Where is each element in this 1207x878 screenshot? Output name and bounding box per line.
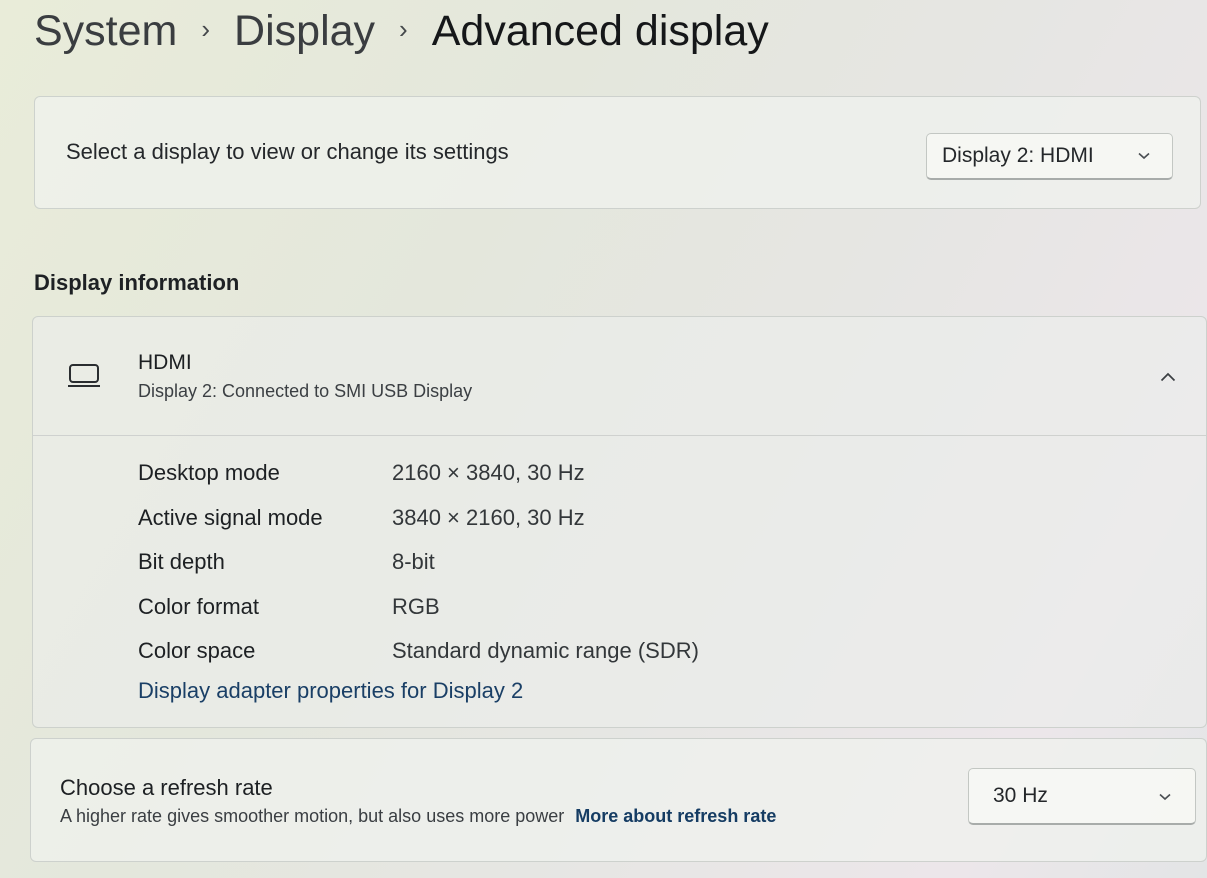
- info-key: Color format: [138, 593, 260, 619]
- chevron-down-icon: [1159, 793, 1171, 801]
- refresh-rate-dropdown[interactable]: 30 Hz: [968, 768, 1196, 825]
- info-row-color-format: Color format RGB: [138, 585, 699, 630]
- breadcrumb-separator-icon: ›: [399, 13, 408, 44]
- more-about-refresh-rate-link[interactable]: More about refresh rate: [575, 806, 776, 826]
- display-select-dropdown[interactable]: Display 2: HDMI: [926, 133, 1173, 180]
- display-name: HDMI: [138, 351, 192, 374]
- info-value: 8-bit: [392, 549, 435, 575]
- display-info-header[interactable]: HDMI Display 2: Connected to SMI USB Dis…: [33, 317, 1206, 436]
- info-key: Color space: [138, 638, 256, 664]
- monitor-icon: [67, 363, 101, 394]
- section-title-display-information: Display information: [34, 270, 240, 295]
- info-key: Desktop mode: [138, 460, 280, 486]
- info-value: 2160 × 3840, 30 Hz: [392, 460, 585, 486]
- select-display-label: Select a display to view or change its s…: [66, 139, 509, 164]
- select-display-card: Select a display to view or change its s…: [34, 96, 1201, 209]
- info-value: Standard dynamic range (SDR): [392, 638, 699, 664]
- info-row-active-signal-mode: Active signal mode 3840 × 2160, 30 Hz: [138, 496, 699, 541]
- info-key: Bit depth: [138, 549, 225, 575]
- refresh-rate-description: A higher rate gives smoother motion, but…: [60, 806, 565, 826]
- refresh-rate-value: 30 Hz: [993, 784, 1048, 807]
- display-information-card: HDMI Display 2: Connected to SMI USB Dis…: [32, 316, 1207, 728]
- breadcrumb-separator-icon: ›: [201, 13, 211, 44]
- breadcrumb-display[interactable]: Display: [234, 7, 375, 56]
- chevron-up-icon[interactable]: [1160, 369, 1176, 387]
- refresh-rate-card: Choose a refresh rate A higher rate give…: [30, 738, 1207, 862]
- info-row-color-space: Color space Standard dynamic range (SDR): [138, 629, 699, 674]
- info-value: RGB: [392, 593, 440, 619]
- display-adapter-properties-link[interactable]: Display adapter properties for Display 2: [138, 678, 523, 704]
- info-value: 3840 × 2160, 30 Hz: [392, 504, 585, 530]
- display-connection-status: Display 2: Connected to SMI USB Display: [138, 381, 473, 401]
- chevron-down-icon: [1138, 152, 1150, 160]
- info-row-desktop-mode: Desktop mode 2160 × 3840, 30 Hz: [138, 451, 699, 496]
- refresh-rate-title: Choose a refresh rate: [60, 775, 273, 800]
- info-row-bit-depth: Bit depth 8-bit: [138, 540, 699, 585]
- display-info-rows: Desktop mode 2160 × 3840, 30 Hz Active s…: [138, 451, 699, 674]
- display-select-value: Display 2: HDMI: [942, 144, 1094, 167]
- breadcrumb-system[interactable]: System: [34, 7, 177, 56]
- refresh-rate-description-line: A higher rate gives smoother motion, but…: [60, 806, 776, 827]
- breadcrumb: System › Display › Advanced display: [34, 2, 769, 60]
- info-key: Active signal mode: [138, 504, 323, 530]
- page-title: Advanced display: [431, 6, 769, 55]
